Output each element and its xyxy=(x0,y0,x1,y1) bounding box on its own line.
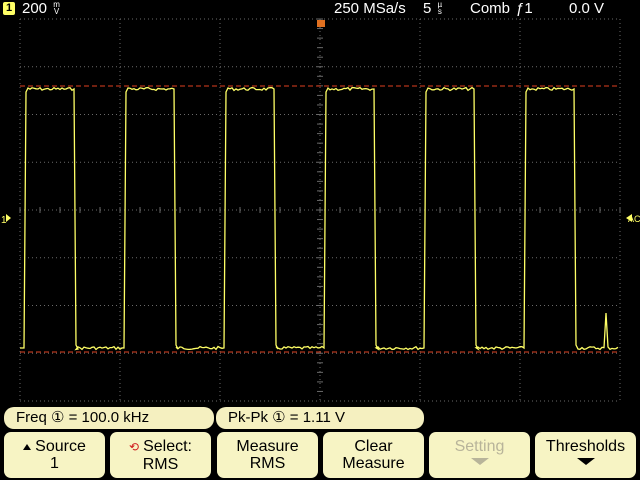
timebase-unit: µs xyxy=(437,0,443,16)
chevron-down-icon xyxy=(470,458,489,465)
vertical-scale[interactable]: 200 mV xyxy=(22,1,60,17)
svg-text:AC: AC xyxy=(628,214,640,224)
trigger-level: 0.0 V xyxy=(569,0,605,17)
softkey-menu: Source 1 ⟲ Select: RMS Measure RMS Clear … xyxy=(0,430,640,480)
trigger-channel: 1 xyxy=(524,0,533,17)
entry-knob-icon: ⟲ xyxy=(129,440,140,454)
setting-softkey[interactable]: Setting xyxy=(429,432,530,478)
vertical-scale-value: 200 xyxy=(22,0,48,17)
waveform-display: 1 AC xyxy=(0,18,640,408)
vertical-scale-unit: mV xyxy=(53,0,60,16)
chevron-down-icon xyxy=(576,458,595,465)
arrow-up-icon xyxy=(23,443,32,450)
acquisition-mode: Comb xyxy=(470,0,511,17)
measure-rms-softkey[interactable]: Measure RMS xyxy=(217,432,318,478)
select-softkey[interactable]: ⟲ Select: RMS xyxy=(110,432,211,478)
channel-badge: 1 xyxy=(3,2,15,15)
frequency-measurement: Freq ① = 100.0 kHz xyxy=(4,407,214,429)
status-bar: 1 200 mV 250 MSa/s 5 µs Comb ƒ1 0.0 V xyxy=(0,0,640,18)
timebase[interactable]: 5 µs xyxy=(423,1,442,17)
sample-rate: 250 MSa/s xyxy=(334,0,406,17)
clear-measure-softkey[interactable]: Clear Measure xyxy=(323,432,424,478)
trigger-info[interactable]: ƒ1 xyxy=(516,1,533,17)
timebase-value: 5 xyxy=(423,0,432,17)
thresholds-softkey[interactable]: Thresholds xyxy=(535,432,636,478)
trigger-position-marker-icon xyxy=(317,20,325,27)
pk-pk-measurement: Pk-Pk ① = 1.11 V xyxy=(216,407,424,429)
trigger-level-marker-icon[interactable]: AC xyxy=(626,214,640,224)
source-softkey[interactable]: Source 1 xyxy=(4,432,105,478)
